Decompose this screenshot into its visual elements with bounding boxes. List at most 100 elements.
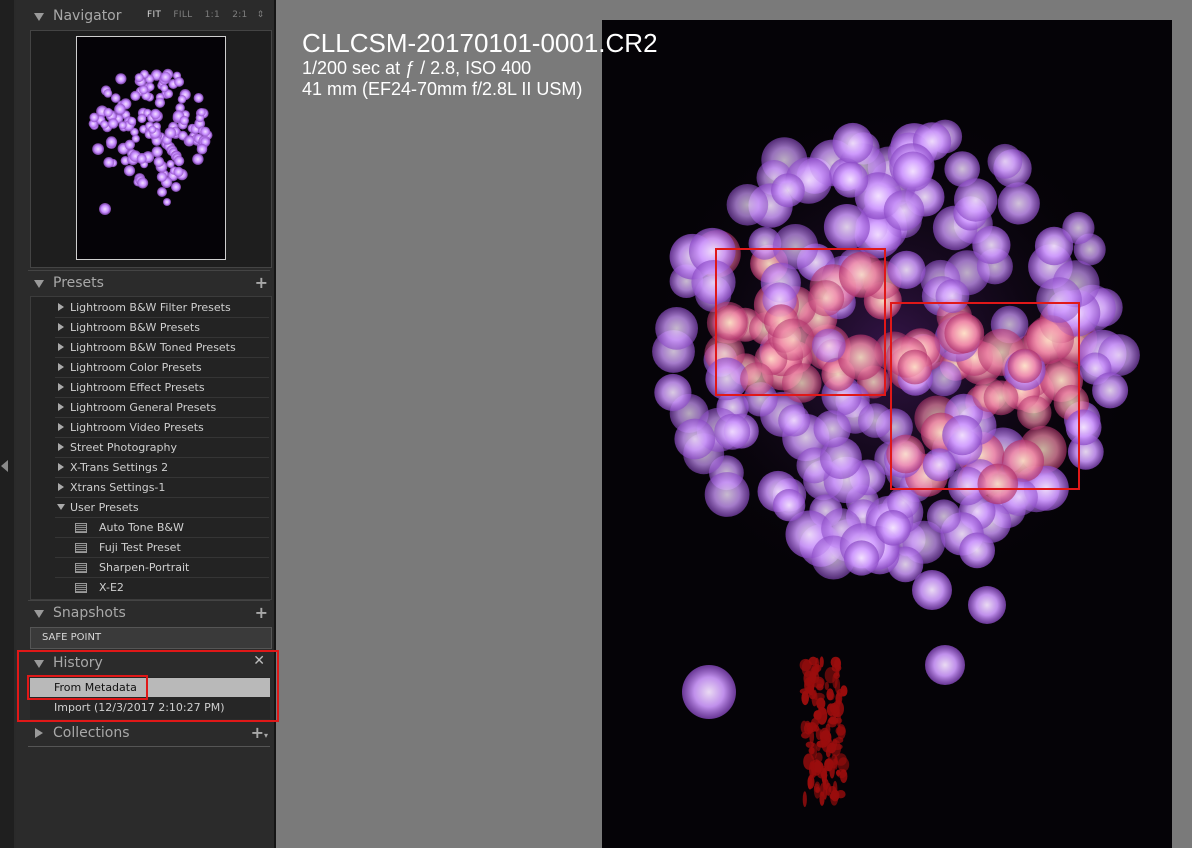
clear-history-icon[interactable]: ✕ xyxy=(253,653,265,669)
preset-folder[interactable]: Lightroom General Presets xyxy=(55,398,269,418)
expand-triangle-icon[interactable] xyxy=(35,728,43,738)
expand-triangle-icon[interactable] xyxy=(58,423,64,431)
bokeh-light xyxy=(714,413,751,450)
thumbnail-bokeh xyxy=(130,90,141,101)
preset-document-icon xyxy=(75,583,87,593)
preset-folder[interactable]: Xtrans Settings-1 xyxy=(55,478,269,498)
bokeh-light xyxy=(959,532,995,569)
preset-folder[interactable]: Lightroom Effect Presets xyxy=(55,378,269,398)
history-step-selected[interactable]: From Metadata xyxy=(30,678,270,697)
preset-document-icon xyxy=(75,543,87,553)
preset-folder-label: X-Trans Settings 2 xyxy=(70,461,169,474)
thumbnail-bokeh xyxy=(127,116,137,126)
bokeh-light xyxy=(772,489,806,522)
preset-folder[interactable]: Lightroom B&W Filter Presets xyxy=(55,298,269,318)
navigator-preview[interactable] xyxy=(30,30,272,268)
preset-folder[interactable]: Lightroom Color Presets xyxy=(55,358,269,378)
collapse-triangle-icon[interactable] xyxy=(34,280,44,288)
preset-folder[interactable]: Lightroom B&W Toned Presets xyxy=(55,338,269,358)
history-header[interactable]: History ✕ xyxy=(16,653,274,675)
zoom-2to1-option[interactable]: 2:1 xyxy=(232,10,247,20)
collapse-left-panel-icon[interactable] xyxy=(1,460,8,472)
thumbnail-bokeh xyxy=(107,118,119,129)
preset-label: Sharpen-Portrait xyxy=(99,561,190,574)
main-photo[interactable] xyxy=(602,20,1172,848)
zoom-stepper-icon[interactable]: ⇕ xyxy=(257,10,265,20)
bokeh-light xyxy=(977,463,1019,505)
snapshot-label: SAFE POINT xyxy=(42,632,102,643)
bokeh-light xyxy=(935,279,970,313)
preset-folder-label: Xtrans Settings-1 xyxy=(70,481,166,494)
thumbnail-bokeh xyxy=(193,93,204,103)
preset-folder-label: Lightroom General Presets xyxy=(70,401,217,414)
bokeh-light xyxy=(704,472,750,517)
preset-folder[interactable]: Lightroom Video Presets xyxy=(55,418,269,438)
bokeh-light xyxy=(772,318,815,361)
collapse-triangle-icon[interactable] xyxy=(34,13,44,21)
photo-filename: CLLCSM-20170101-0001.CR2 xyxy=(302,28,658,58)
preset-item[interactable]: Fuji Test Preset xyxy=(55,538,269,558)
preset-item[interactable]: X-E2 xyxy=(55,578,269,597)
expand-triangle-icon[interactable] xyxy=(58,383,64,391)
preset-folder-label: User Presets xyxy=(70,501,139,514)
bokeh-light xyxy=(942,415,983,456)
collapse-triangle-icon[interactable] xyxy=(34,610,44,618)
preset-folder[interactable]: X-Trans Settings 2 xyxy=(55,458,269,478)
preset-folder[interactable]: Street Photography xyxy=(55,438,269,458)
bokeh-light xyxy=(740,362,774,396)
navigator-thumbnail[interactable] xyxy=(76,36,226,260)
expand-triangle-icon[interactable] xyxy=(58,323,64,331)
thumbnail-bokeh xyxy=(137,114,147,124)
thumbnail-bokeh xyxy=(160,84,169,93)
snapshots-header[interactable]: Snapshots + xyxy=(16,603,274,625)
bokeh-light xyxy=(813,410,851,448)
red-noise-streak xyxy=(815,786,821,793)
preset-label: Auto Tone B&W xyxy=(99,521,184,534)
add-preset-icon[interactable]: + xyxy=(255,273,268,292)
panel-edge-strip[interactable] xyxy=(0,0,14,848)
red-noise-streak xyxy=(816,740,828,748)
red-noise-streak xyxy=(802,791,807,808)
expand-triangle-icon[interactable] xyxy=(58,343,64,351)
expand-triangle-icon[interactable] xyxy=(58,363,64,371)
expand-triangle-icon[interactable] xyxy=(58,443,64,451)
snapshot-item[interactable]: SAFE POINT xyxy=(30,627,272,649)
preset-item[interactable]: Auto Tone B&W xyxy=(55,518,269,538)
expand-triangle-icon[interactable] xyxy=(58,303,64,311)
preset-folder-user[interactable]: User Presets xyxy=(55,498,269,518)
expand-triangle-icon[interactable] xyxy=(58,403,64,411)
bokeh-light xyxy=(838,251,885,298)
bokeh-light xyxy=(883,190,925,231)
navigator-zoom-options: FIT FILL 1:1 2:1 ⇕ xyxy=(147,10,264,20)
red-noise-streak xyxy=(835,726,846,736)
bokeh-light xyxy=(912,570,952,610)
bokeh-light xyxy=(1036,277,1082,323)
collections-header[interactable]: Collections +▾ xyxy=(16,723,274,745)
zoom-fit-option[interactable]: FIT xyxy=(147,10,161,20)
thumbnail-bokeh xyxy=(177,95,187,104)
collapse-triangle-icon[interactable] xyxy=(34,660,44,668)
bokeh-light xyxy=(811,328,846,363)
history-step[interactable]: Import (12/3/2017 2:10:27 PM) xyxy=(30,698,270,717)
red-noise-streak xyxy=(840,685,848,697)
photo-exposure-info: 1/200 sec at ƒ / 2.8, ISO 400 xyxy=(302,58,532,78)
add-collection-icon[interactable]: +▾ xyxy=(251,723,268,742)
zoom-1to1-option[interactable]: 1:1 xyxy=(205,10,220,20)
add-snapshot-icon[interactable]: + xyxy=(255,603,268,622)
zoom-fill-option[interactable]: FILL xyxy=(173,10,192,20)
preset-item[interactable]: Sharpen-Portrait xyxy=(55,558,269,578)
preset-folder[interactable]: Lightroom B&W Presets xyxy=(55,318,269,338)
presets-header[interactable]: Presets + xyxy=(16,273,274,295)
thumbnail-bokeh xyxy=(153,156,165,168)
thumbnail-bokeh xyxy=(136,153,147,164)
red-noise-streak xyxy=(840,769,848,783)
collapse-triangle-icon[interactable] xyxy=(57,504,65,510)
thumbnail-bokeh xyxy=(99,203,111,215)
expand-triangle-icon[interactable] xyxy=(58,483,64,491)
preset-label: X-E2 xyxy=(99,581,124,594)
bokeh-light xyxy=(987,143,1023,179)
bokeh-light xyxy=(843,540,880,576)
thumbnail-bokeh xyxy=(134,73,144,83)
thumbnail-bokeh xyxy=(103,157,115,168)
expand-triangle-icon[interactable] xyxy=(58,463,64,471)
